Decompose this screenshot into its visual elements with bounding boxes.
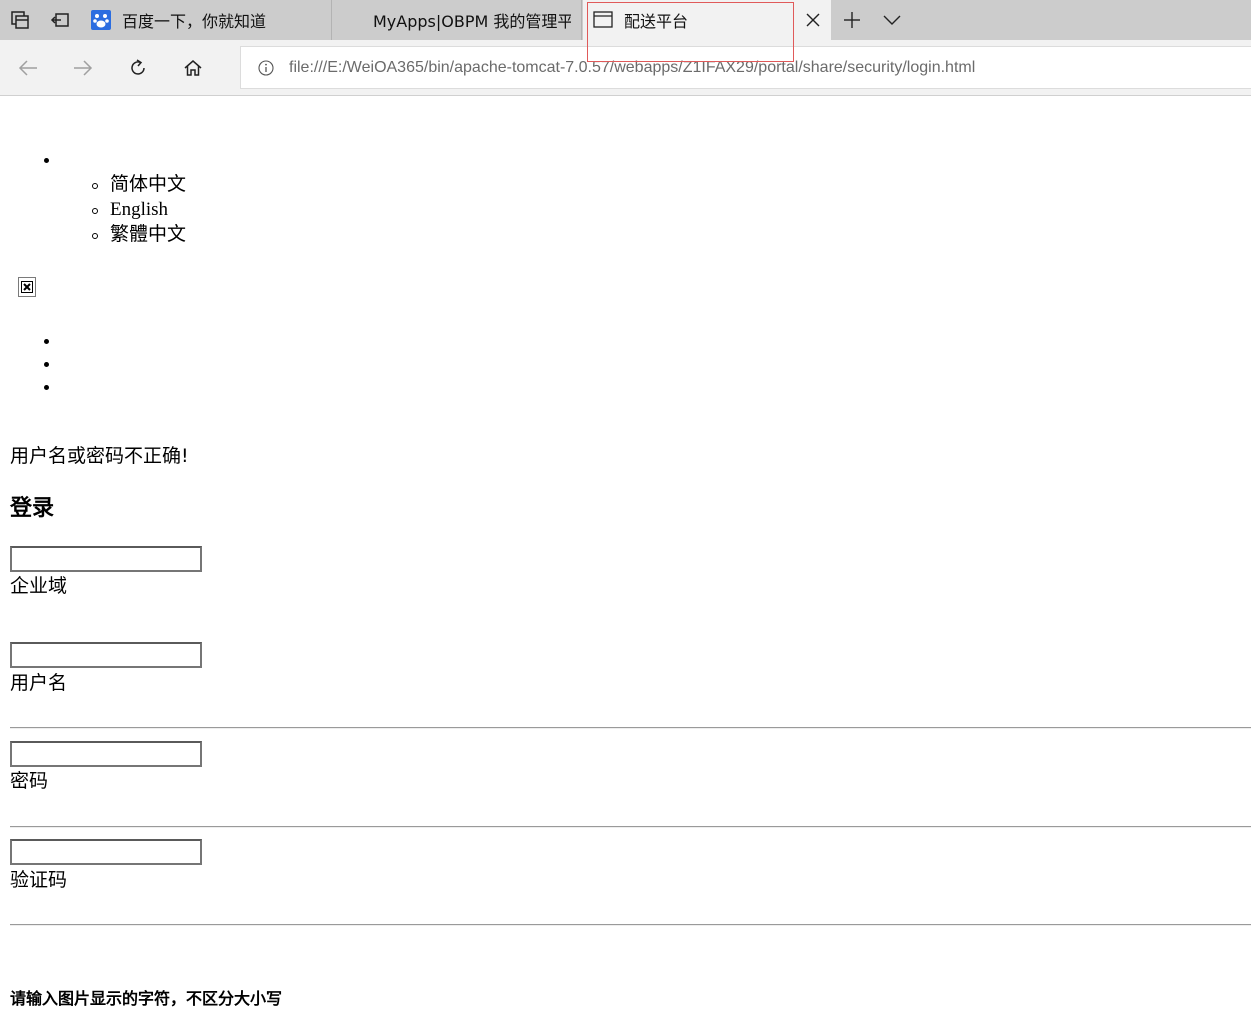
list-bullet [44, 362, 49, 367]
divider [10, 924, 1251, 926]
tab-myapps[interactable]: MyApps|OBPM 我的管理平台 [333, 0, 582, 40]
password-input[interactable] [10, 741, 202, 767]
captcha-hint: 请输入图片显示的字符，不区分大小写 [10, 989, 283, 1008]
url-text: file:///E:/WeiOA365/bin/apache-tomcat-7.… [289, 58, 976, 76]
new-tab-icon[interactable] [832, 0, 872, 40]
broken-image-icon [18, 277, 36, 297]
set-aside-tabs-icon[interactable] [40, 0, 80, 40]
list-bullet [92, 233, 98, 239]
refresh-icon[interactable] [118, 48, 158, 88]
language-option-english[interactable]: English [110, 198, 168, 222]
info-icon[interactable] [258, 59, 274, 76]
back-arrow-icon[interactable] [8, 48, 48, 88]
language-option-simplified-chinese[interactable]: 简体中文 [110, 173, 186, 197]
forward-arrow-icon[interactable] [63, 48, 103, 88]
captcha-input[interactable] [10, 839, 202, 865]
divider [10, 826, 1251, 828]
home-icon[interactable] [173, 48, 213, 88]
address-bar[interactable]: file:///E:/WeiOA365/bin/apache-tomcat-7.… [240, 46, 1251, 89]
domain-input[interactable] [10, 546, 202, 572]
language-option-traditional-chinese[interactable]: 繁體中文 [110, 223, 186, 247]
tab-strip: 百度一下，你就知道 MyApps|OBPM 我的管理平台 配送平台 [0, 0, 1251, 40]
list-bullet [44, 158, 49, 163]
tab-title: 百度一下，你就知道 [122, 12, 267, 31]
close-tab-icon[interactable] [803, 10, 823, 30]
tab-title: MyApps|OBPM 我的管理平台 [373, 12, 571, 31]
divider [10, 727, 1251, 729]
password-label: 密码 [10, 770, 49, 792]
username-input[interactable] [10, 642, 202, 668]
list-bullet [92, 208, 98, 214]
list-bullet [44, 385, 49, 390]
list-bullet [92, 183, 98, 189]
page-content: 简体中文 English 繁體中文 用户名或密码不正确! 登录 企业域 用户名 … [0, 96, 1251, 1022]
tab-list-icon[interactable] [0, 0, 40, 40]
username-label: 用户名 [10, 672, 68, 694]
tab-delivery-platform[interactable]: 配送平台 [583, 0, 831, 40]
navigation-bar: file:///E:/WeiOA365/bin/apache-tomcat-7.… [0, 40, 1251, 96]
login-title: 登录 [10, 496, 55, 521]
baidu-paw-icon [91, 10, 111, 30]
domain-label: 企业域 [10, 575, 68, 597]
tab-baidu[interactable]: 百度一下，你就知道 [81, 0, 332, 40]
tab-title: 配送平台 [624, 12, 689, 31]
chevron-down-icon[interactable] [872, 0, 912, 40]
captcha-label: 验证码 [10, 869, 68, 891]
error-message: 用户名或密码不正确! [10, 445, 189, 467]
page-icon [593, 10, 613, 30]
list-bullet [44, 339, 49, 344]
